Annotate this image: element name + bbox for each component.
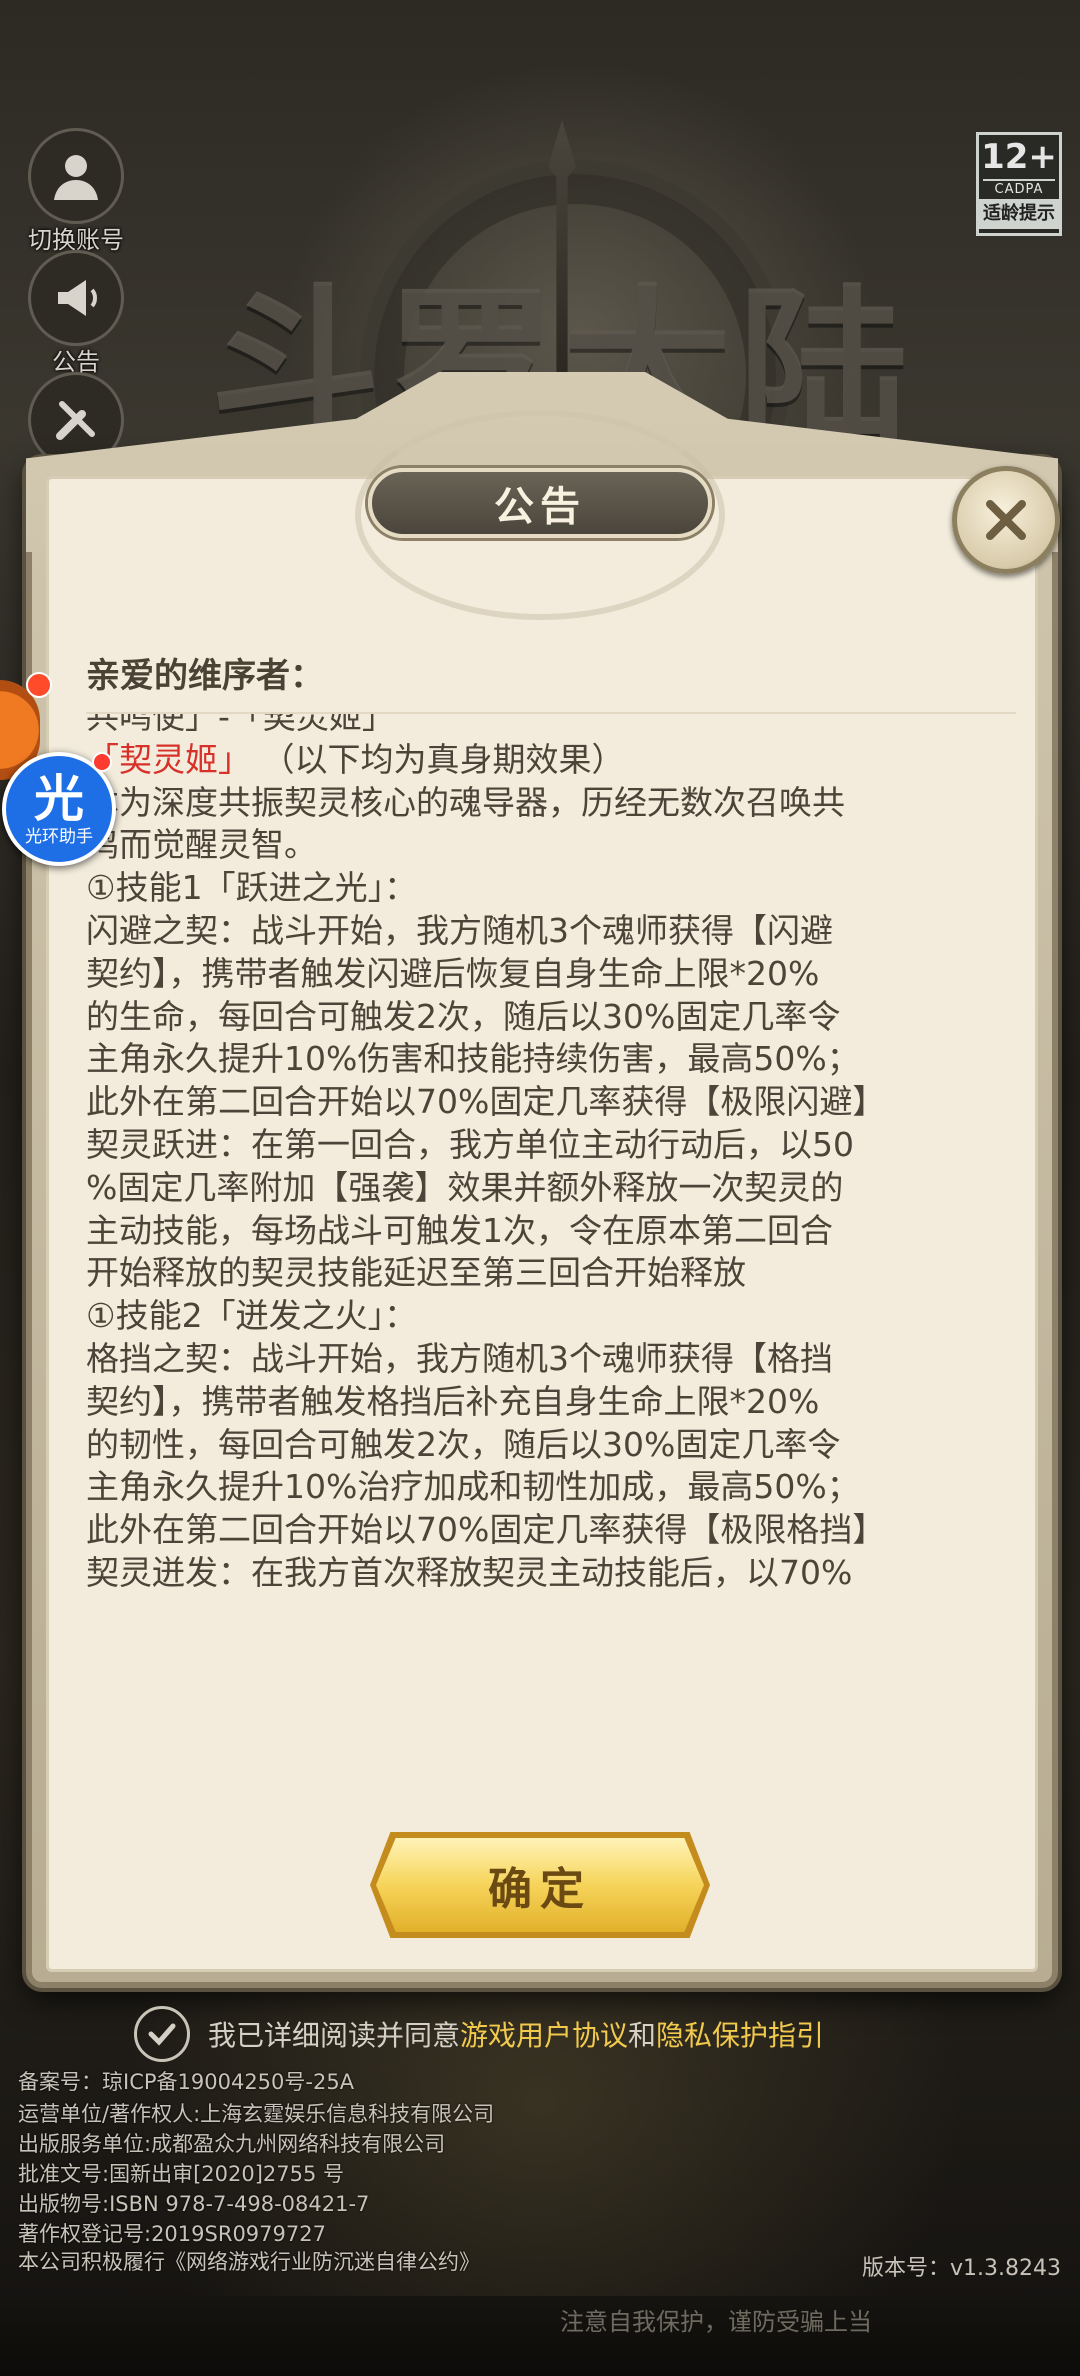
- user-switch-icon: [28, 128, 124, 224]
- age-rating-text: 适龄提示: [979, 199, 1059, 229]
- age-rating: 12+: [981, 137, 1057, 177]
- text-line: 主角永久提升10%治疗加成和韧性加成，最高50%；: [86, 1467, 860, 1507]
- text-line: 契约】，携带者触发闪避后恢复自身生命上限*20%: [86, 953, 820, 993]
- info-line: 出版物号:ISBN 978-7-498-08421-7: [18, 2192, 370, 2216]
- agreement-prefix: 我已详细阅读并同意: [208, 2019, 461, 2052]
- megaphone-icon: [28, 250, 124, 346]
- close-icon: [986, 500, 1026, 540]
- close-button[interactable]: [952, 466, 1060, 574]
- text-line: 契灵跃进：在第一回合，我方单位主动行动后，以50: [86, 1124, 854, 1164]
- info-line: 批准文号:国新出审[2020]2755 号: [18, 2162, 345, 2186]
- info-line: 著作权登记号:2019SR0979727: [18, 2222, 326, 2246]
- text-line: 本为深度共振契灵核心的魂导器，历经无数次召唤共: [86, 782, 845, 822]
- agreement-text: 我已详细阅读并同意游戏用户协议和隐私保护指引: [208, 2014, 824, 2054]
- pet-notification-dot: [26, 672, 52, 698]
- text-line: 鸣而觉醒灵智。: [86, 825, 317, 865]
- check-icon: [148, 2023, 176, 2046]
- agreement-row: 我已详细阅读并同意游戏用户协议和隐私保护指引: [134, 2006, 824, 2062]
- text-line: 共鸣使」-「契灵姬」: [86, 714, 395, 736]
- age-rating-org: CADPA: [983, 179, 1055, 199]
- user-agreement-link[interactable]: 游戏用户协议: [460, 2019, 628, 2052]
- bottom-strip: 注意自我保护，谨防受骗上当: [0, 2296, 1080, 2376]
- helper-char: 光: [34, 770, 84, 828]
- text-line: ①技能1「跃进之光」：: [86, 868, 418, 908]
- announcement-content[interactable]: 共鸣使」-「契灵姬」 「契灵姬」 （以下均为真身期效果） 本为深度共振契灵核心的…: [86, 714, 1014, 1778]
- bottom-notice: 注意自我保护，谨防受骗上当: [560, 2308, 872, 2336]
- text-line: 此外在第二回合开始以70%固定几率获得【极限闪避】: [86, 1082, 886, 1122]
- version-label: 版本号：v1.3.8243: [862, 2256, 1061, 2281]
- highlight-extra: （以下均为真身期效果）: [261, 739, 625, 779]
- text-line: 闪避之契：战斗开始，我方随机3个魂师获得【闪避: [86, 910, 833, 950]
- text-line: 开始释放的契灵技能延迟至第三回合开始释放: [86, 1253, 746, 1293]
- text-line: ①技能2「迸发之火」：: [86, 1296, 418, 1336]
- text-line-highlight: 「契灵姬」 （以下均为真身期效果）: [86, 739, 1014, 782]
- text-line: 的生命，每回合可触发2次，随后以30%固定几率令: [86, 996, 841, 1036]
- info-line: 本公司积极履行《网络游戏行业防沉迷自律公约》: [18, 2250, 480, 2274]
- agreement-middle: 和: [628, 2019, 657, 2052]
- text-line: 格挡之契：战斗开始，我方随机3个魂师获得【格挡: [86, 1338, 833, 1378]
- text-line: 此外在第二回合开始以70%固定几率获得【极限格挡】: [86, 1510, 886, 1550]
- text-line: 契灵迸发：在我方首次释放契灵主动技能后，以70%: [86, 1552, 853, 1592]
- text-line: 主角永久提升10%伤害和技能持续伤害，最高50%；: [86, 1039, 860, 1079]
- helper-label: 光环助手: [25, 827, 93, 847]
- privacy-link[interactable]: 隐私保护指引: [656, 2019, 824, 2052]
- text-line: %固定几率附加【强袭】效果并额外释放一次契灵的: [86, 1167, 844, 1207]
- text-line: 主动技能，每场战斗可触发1次，令在原本第二回合: [86, 1210, 833, 1250]
- text-line: 契约】，携带者触发格挡后补充自身生命上限*20%: [86, 1381, 820, 1421]
- dialog-title: 公告: [368, 468, 712, 538]
- info-line: 运营单位/著作权人:上海玄霆娱乐信息科技有限公司: [18, 2102, 495, 2126]
- agreement-checkbox[interactable]: [134, 2006, 190, 2062]
- helper-notification-dot: [92, 752, 112, 772]
- text-line: 的韧性，每回合可触发2次，随后以30%固定几率令: [86, 1424, 841, 1464]
- announcement-button[interactable]: 公告: [18, 250, 134, 377]
- greeting: 亲爱的维序者：: [86, 656, 324, 696]
- info-line: 出版服务单位:成都盈众九州网络科技有限公司: [18, 2132, 446, 2156]
- info-line: 备案号：琼ICP备19004250号-25A: [18, 2070, 355, 2094]
- confirm-button[interactable]: 确定: [376, 1838, 704, 1932]
- switch-account-button[interactable]: 切换账号: [18, 128, 134, 255]
- age-rating-badge[interactable]: 12+ CADPA 适龄提示: [976, 132, 1062, 236]
